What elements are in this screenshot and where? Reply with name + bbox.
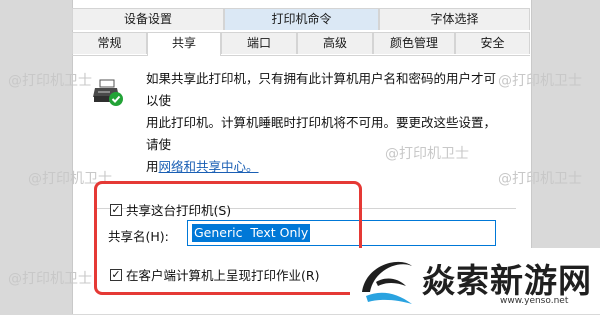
- tab-font-selection[interactable]: 字体选择: [379, 8, 530, 30]
- shared-printer-icon: [93, 79, 123, 106]
- description-line: 如果共享此打印机，只有拥有此计算机用户名和密码的用户才可以使: [146, 71, 497, 108]
- logo-url: www.yenso.net: [500, 296, 569, 306]
- watermark: @打印机卫士: [498, 73, 582, 89]
- tab-printer-commands[interactable]: 打印机命令: [224, 8, 379, 30]
- description-text: 用: [146, 159, 159, 174]
- tab-general[interactable]: 常规: [72, 32, 147, 54]
- description-line: 用网络和共享中心。: [146, 156, 506, 178]
- tab-ports[interactable]: 端口: [221, 32, 297, 54]
- watermark: @打印机卫士: [8, 271, 92, 287]
- tab-security[interactable]: 安全: [455, 32, 530, 54]
- site-logo: 焱索新游网 www.yenso.net: [350, 248, 600, 314]
- tab-sharing[interactable]: 共享: [147, 32, 221, 56]
- logo-text: 焱索新游网: [422, 261, 592, 300]
- tab-content-divider: [72, 55, 530, 56]
- tab-color-management[interactable]: 颜色管理: [373, 32, 455, 54]
- tab-row-top: 设备设置 打印机命令 字体选择: [72, 8, 530, 30]
- description-line: 用此打印机。计算机睡眠时打印机将不可用。要更改这些设置，请使: [146, 115, 497, 152]
- network-sharing-center-link[interactable]: 网络和共享中心。: [159, 159, 259, 174]
- sharing-description: 如果共享此打印机，只有拥有此计算机用户名和密码的用户才可以使 用此打印机。计算机…: [146, 68, 506, 178]
- logo-mark-icon: [362, 261, 412, 304]
- watermark: @打印机卫士: [498, 171, 582, 187]
- tab-advanced[interactable]: 高级: [297, 32, 373, 54]
- watermark: @打印机卫士: [8, 73, 92, 89]
- tab-row-bottom: 常规 共享 端口 高级 颜色管理 安全: [72, 32, 530, 56]
- tab-device-settings[interactable]: 设备设置: [72, 8, 224, 30]
- highlight-box: [94, 181, 362, 295]
